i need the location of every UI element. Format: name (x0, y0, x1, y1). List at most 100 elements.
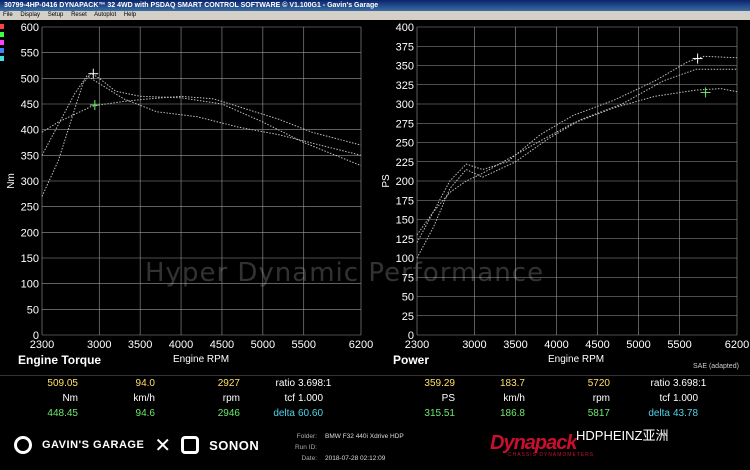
tcf-value-2: 1.000 (673, 393, 699, 404)
torque-y-label: Nm (6, 173, 17, 189)
date-label: Date: (301, 455, 317, 462)
torque-ytick-label: 50 (27, 304, 39, 316)
torque-ytick-label: 300 (21, 176, 39, 188)
gavins-garage-brand: GAVIN'S GARAGE (42, 439, 145, 451)
power-series-line-1 (416, 55, 738, 243)
power-ytick-label: 250 (396, 138, 414, 150)
ratio-label: ratio (275, 378, 295, 389)
power-ytick-label: 350 (396, 61, 414, 73)
menu-help[interactable]: Help (124, 12, 136, 18)
torque-series-line-2 (41, 95, 362, 146)
power-ytick-label: 275 (396, 118, 414, 130)
torque-chart-title: Engine Torque (18, 353, 102, 367)
torque-series-line-1 (41, 72, 362, 197)
torque-ytick-label: 450 (21, 99, 39, 111)
tcf-value: 1.000 (298, 393, 324, 404)
menu-autoplot[interactable]: Autoplot (94, 12, 116, 18)
window-title: 30799-4HP-0416 DYNAPACK™ 32 4WD with PSD… (0, 0, 750, 11)
menu-setup[interactable]: Setup (48, 12, 64, 18)
power-xtick-label: 5500 (667, 339, 691, 351)
power-ytick-label: 375 (396, 41, 414, 53)
run-id-label: Run ID: (294, 444, 317, 451)
result-power-2: 315.51 (424, 408, 455, 419)
power-ytick-label: 325 (396, 80, 414, 92)
unit-nm: Nm (62, 393, 78, 404)
torque-xtick-label: 2300 (30, 339, 54, 351)
power-ytick-label: 150 (396, 215, 414, 227)
result-speed-3: 94.6 (135, 408, 155, 419)
sonon-brand: SONON (209, 437, 260, 453)
torque-xtick-label: 5500 (292, 339, 316, 351)
ratio-value-2: 3.698:1 (673, 378, 707, 389)
delta-label: delta (273, 408, 295, 419)
menu-file[interactable]: File (3, 12, 13, 18)
power-ytick-label: 50 (402, 292, 414, 304)
power-ytick-label: 125 (396, 234, 414, 246)
power-xtick-label: 6200 (725, 339, 749, 351)
delta-label-2: delta (648, 408, 670, 419)
power-ytick-label: 175 (396, 195, 414, 207)
power-chart-title: Power (393, 353, 430, 367)
power-xtick-label: 4500 (585, 339, 609, 351)
unit-ps: PS (441, 393, 455, 404)
torque-ytick-label: 600 (21, 22, 39, 34)
torque-xtick-label: 3000 (87, 339, 111, 351)
menu-display[interactable]: Display (20, 12, 40, 18)
torque-ytick-label: 550 (21, 48, 39, 60)
torque-ytick-label: 400 (21, 125, 39, 137)
power-ytick-label: 25 (402, 311, 414, 323)
unit-rpm-2: rpm (592, 393, 610, 404)
torque-ytick-label: 250 (21, 202, 39, 214)
result-rpm-2: 5720 (587, 378, 610, 389)
ratio-value: 3.698:1 (298, 378, 332, 389)
power-y-label: PS (381, 174, 392, 188)
wechat-watermark: HDPHEINZ亚洲 (576, 428, 669, 443)
torque-ytick-label: 350 (21, 150, 39, 162)
dyno-charts: 0501001502002503003504004505005506002300… (6, 22, 749, 351)
power-x-label: Engine RPM (548, 354, 605, 365)
dynapack-subtitle: CHASSIS DYNAMOMETERS (508, 452, 595, 458)
sae-note: SAE (adapted) (693, 363, 739, 370)
power-ytick-label: 225 (396, 157, 414, 169)
result-torque-2: 448.45 (47, 408, 78, 419)
date-value: 2018-07-28 02:12:09 (325, 455, 386, 462)
torque-xtick-label: 3500 (128, 339, 152, 351)
result-speed-2: 183.7 (499, 378, 525, 389)
power-ytick-label: 200 (396, 176, 414, 188)
tcf-label-2: tcf (659, 393, 670, 404)
result-speed-4: 186.8 (499, 408, 525, 419)
sonon-logo-icon (181, 436, 200, 454)
tcf-label: tcf (284, 393, 295, 404)
torque-xtick-label: 6200 (349, 339, 373, 351)
folder-label: Folder: (296, 433, 317, 440)
torque-ytick-label: 150 (21, 253, 39, 265)
power-xtick-label: 2300 (405, 339, 429, 351)
menu-bar: File Display Setup Reset Autoplot Help (0, 11, 750, 20)
unit-kmh-2: km/h (503, 393, 525, 404)
power-xtick-label: 3000 (462, 339, 486, 351)
delta-value-2: 43.78 (673, 408, 699, 419)
power-ytick-label: 400 (396, 22, 414, 34)
result-peak-torque: 509.05 (47, 378, 78, 389)
cross-separator-icon: ✕ (154, 434, 172, 457)
torque-ytick-label: 500 (21, 73, 39, 85)
result-speed: 94.0 (135, 378, 155, 389)
torque-xtick-label: 4500 (210, 339, 234, 351)
result-rpm-4: 5817 (587, 408, 610, 419)
menu-reset[interactable]: Reset (71, 12, 87, 18)
sponsor-logos: GAVIN'S GARAGE ✕ SONON (14, 433, 259, 457)
power-xtick-label: 4000 (544, 339, 568, 351)
run-info: Folder: BMW F32 440i Xdrive HDP Run ID: D… (285, 431, 404, 464)
folder-value: BMW F32 440i Xdrive HDP (325, 433, 404, 440)
result-peak-power: 359.29 (424, 378, 455, 389)
power-xtick-label: 5000 (626, 339, 650, 351)
unit-kmh: km/h (133, 393, 155, 404)
power-xtick-label: 3500 (503, 339, 527, 351)
torque-series-line-3 (41, 75, 362, 156)
torque-xtick-label: 5000 (251, 339, 275, 351)
power-series-line-3 (416, 68, 737, 259)
gavins-garage-logo-icon (14, 436, 32, 454)
torque-x-label: Engine RPM (173, 354, 230, 365)
result-rpm-3: 2946 (217, 408, 240, 419)
torque-ytick-label: 200 (21, 227, 39, 239)
